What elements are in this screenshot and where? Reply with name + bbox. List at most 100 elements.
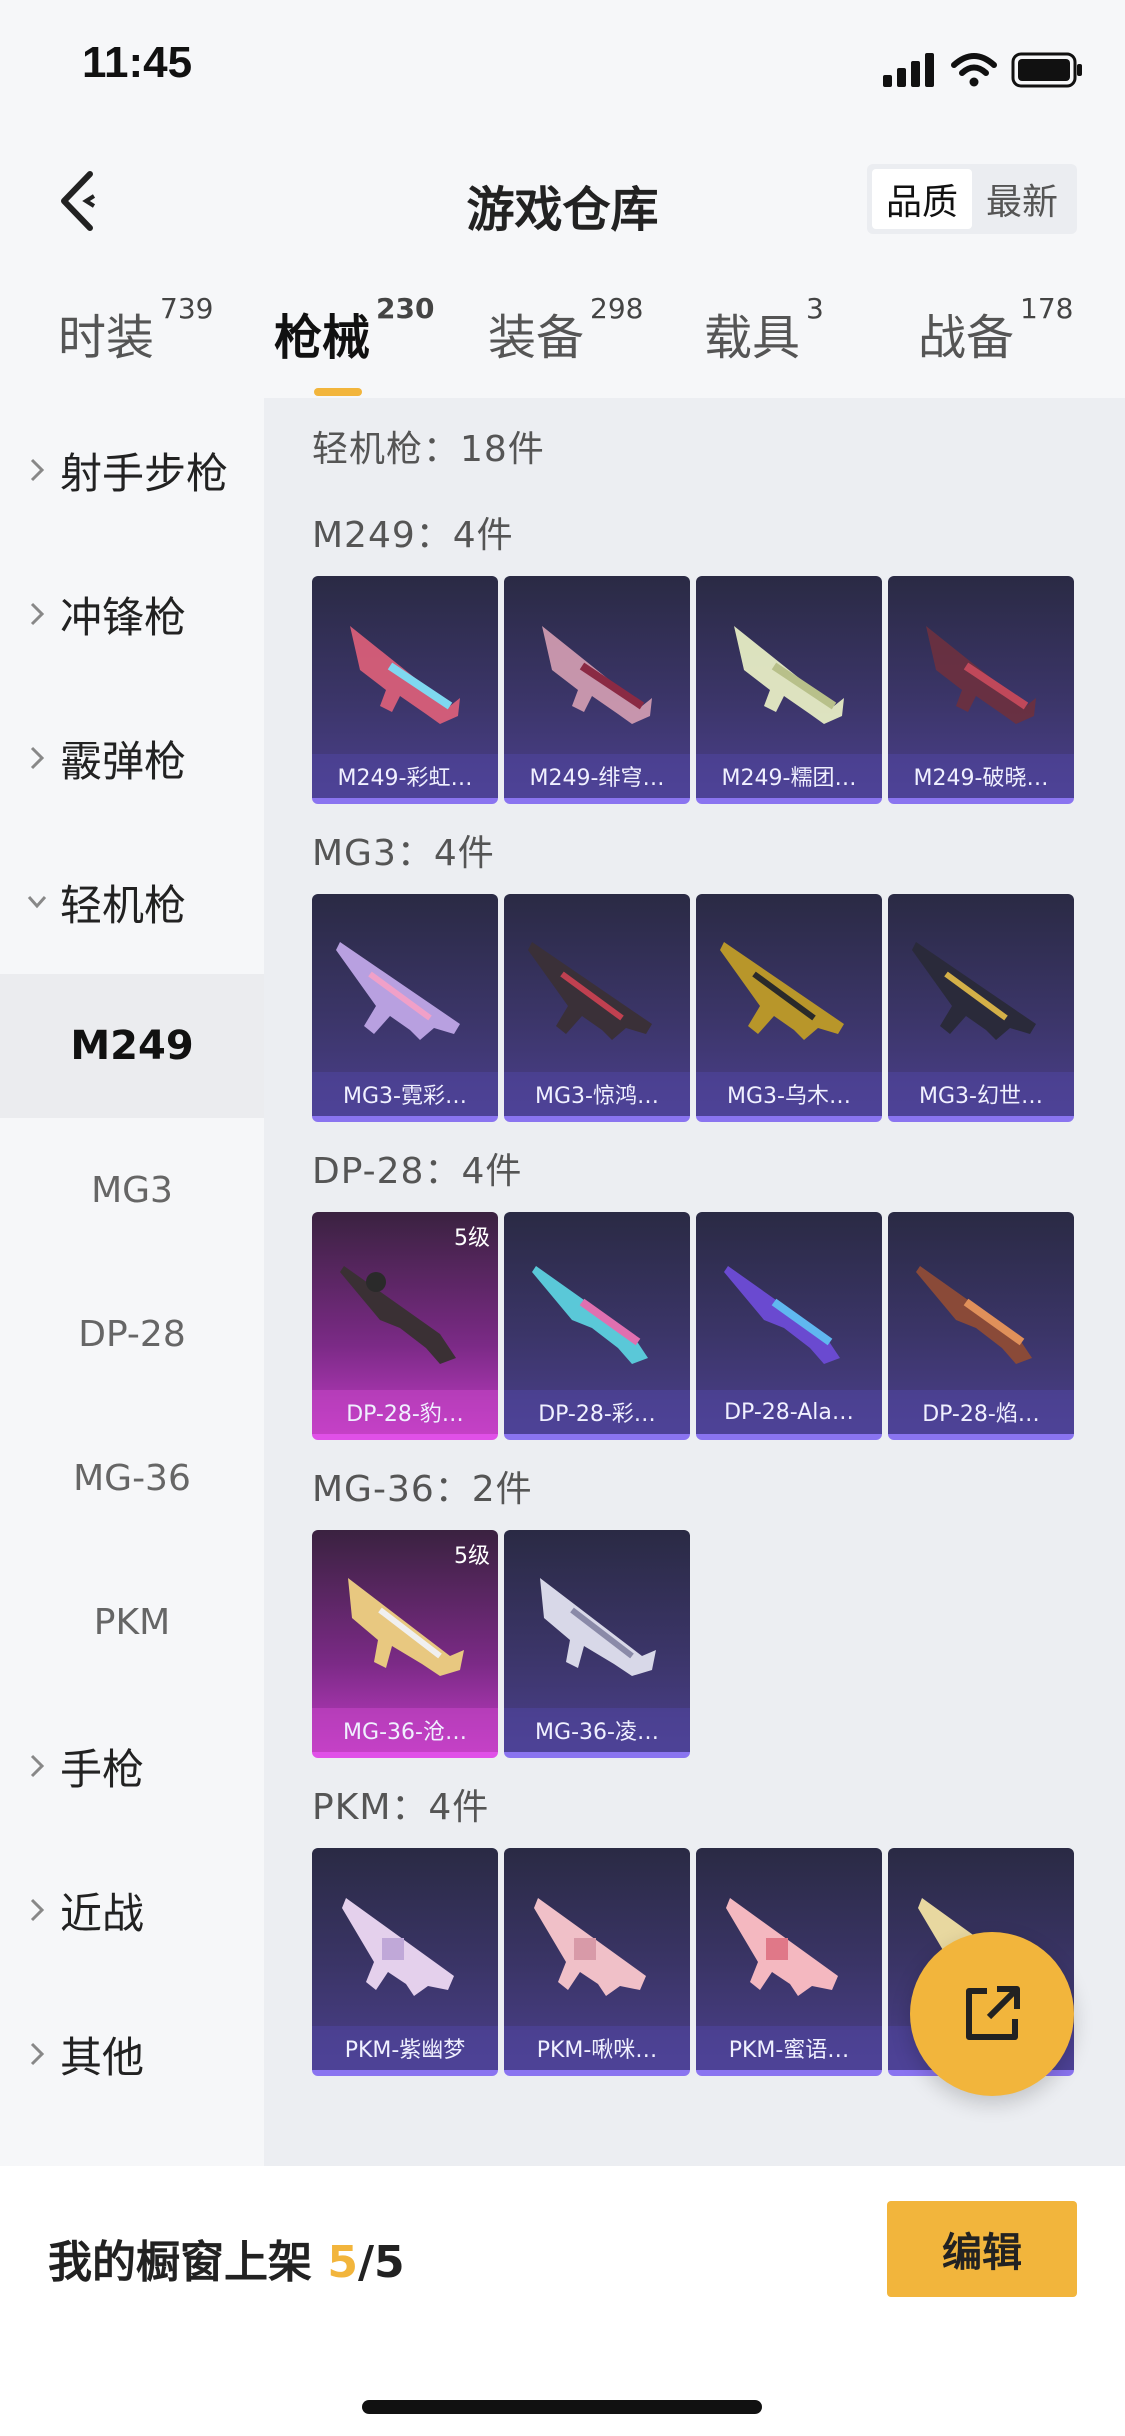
chevron-right-icon bbox=[30, 1754, 45, 1778]
weapon-card[interactable]: MG3-乌木… bbox=[696, 894, 882, 1122]
edit-button[interactable]: 编辑 bbox=[887, 2201, 1077, 2297]
external-link-icon bbox=[966, 1986, 1020, 2040]
weapon-name: DP-28-彩… bbox=[504, 1390, 690, 1434]
weapon-name: DP-28-豹… bbox=[312, 1390, 498, 1434]
sidebar-item-shotgun[interactable]: 霰弹枪 bbox=[0, 686, 264, 830]
weapon-card[interactable]: M249-糯团… bbox=[696, 576, 882, 804]
weapon-card[interactable]: MG3-霓彩… bbox=[312, 894, 498, 1122]
weapon-name: M249-绯穹… bbox=[504, 754, 690, 798]
home-indicator[interactable] bbox=[362, 2400, 762, 2414]
share-button[interactable] bbox=[910, 1932, 1074, 2096]
showcase-count: 5 bbox=[327, 2237, 358, 2288]
chevron-right-icon bbox=[30, 458, 45, 482]
weapon-name: PKM-紫幽梦 bbox=[312, 2026, 498, 2070]
weapon-name: PKM-啾咪… bbox=[504, 2026, 690, 2070]
weapon-skin-icon bbox=[528, 942, 652, 1040]
weapon-skin-icon bbox=[532, 1266, 648, 1364]
sidebar-item-other[interactable]: 其他 bbox=[0, 1982, 264, 2126]
weapon-name: M249-彩虹… bbox=[312, 754, 498, 798]
weapon-card[interactable]: M249-破晓… bbox=[888, 576, 1074, 804]
weapon-card[interactable]: PKM-紫幽梦 bbox=[312, 1848, 498, 2076]
tab-fashion[interactable]: 时装739 bbox=[58, 292, 213, 368]
weapon-skin-icon bbox=[726, 1898, 838, 1996]
weapon-card[interactable]: 5级 MG-36-沧… bbox=[312, 1530, 498, 1758]
weapon-card[interactable]: DP-28-彩… bbox=[504, 1212, 690, 1440]
weapon-skin-icon bbox=[336, 942, 460, 1040]
category-tabs: 时装739 枪械230 装备298 载具3 战备178 bbox=[0, 270, 1125, 398]
weapon-card[interactable]: PKM-啾咪… bbox=[504, 1848, 690, 2076]
showcase-total: /5 bbox=[357, 2237, 405, 2288]
weapon-name: M249-糯团… bbox=[696, 754, 882, 798]
wifi-icon bbox=[951, 53, 997, 87]
weapon-card[interactable]: MG-36-凌… bbox=[504, 1530, 690, 1758]
sidebar-subitem-dp28[interactable]: DP-28 bbox=[0, 1262, 264, 1406]
sidebar-subitem-pkm[interactable]: PKM bbox=[0, 1550, 264, 1694]
weapon-name: MG3-惊鸿… bbox=[504, 1072, 690, 1116]
sidebar-subitem-mg3[interactable]: MG3 bbox=[0, 1118, 264, 1262]
weapon-name: MG3-霓彩… bbox=[312, 1072, 498, 1116]
weapon-name: MG3-乌木… bbox=[696, 1072, 882, 1116]
chevron-right-icon bbox=[30, 746, 45, 770]
tab-label: 载具 bbox=[704, 310, 801, 366]
tab-count: 230 bbox=[376, 292, 435, 325]
sidebar-subitem-mg36[interactable]: MG-36 bbox=[0, 1406, 264, 1550]
showcase-status: 我的橱窗上架 5/5 bbox=[48, 2226, 405, 2290]
weapon-card[interactable]: M249-彩虹… bbox=[312, 576, 498, 804]
weapon-skin-icon bbox=[720, 942, 844, 1040]
weapon-card[interactable]: M249-绯穹… bbox=[504, 576, 690, 804]
weapon-skin-icon bbox=[342, 1898, 454, 1996]
chevron-right-icon bbox=[30, 1898, 45, 1922]
weapon-skin-icon bbox=[340, 1266, 456, 1364]
sidebar-item-marksman-rifle[interactable]: 射手步枪 bbox=[0, 398, 264, 542]
sidebar-item-pistol[interactable]: 手枪 bbox=[0, 1694, 264, 1838]
weapon-skin-icon bbox=[542, 626, 652, 724]
sidebar-item-lmg[interactable]: 轻机枪 bbox=[0, 830, 264, 974]
weapon-skin-icon bbox=[540, 1578, 656, 1676]
tab-guns[interactable]: 枪械230 bbox=[274, 292, 434, 396]
tab-count: 298 bbox=[590, 292, 644, 325]
tab-count: 3 bbox=[806, 292, 824, 325]
sidebar-subitem-m249[interactable]: M249 bbox=[0, 974, 264, 1118]
weapon-card[interactable]: DP-28-焰… bbox=[888, 1212, 1074, 1440]
chevron-down-icon bbox=[27, 896, 47, 909]
category-summary: 轻机枪：18件 bbox=[312, 429, 545, 470]
weapon-skin-icon bbox=[348, 1578, 464, 1676]
sort-quality-button[interactable]: 品质 bbox=[872, 169, 972, 229]
group-title: PKM：4件 bbox=[312, 1787, 490, 1828]
status-bar: 11:45 bbox=[0, 0, 1125, 130]
tab-equipment[interactable]: 装备298 bbox=[488, 292, 643, 368]
chevron-right-icon bbox=[30, 602, 45, 626]
weapon-skin-icon bbox=[912, 942, 1036, 1040]
tab-label: 时装 bbox=[58, 310, 155, 366]
active-tab-indicator bbox=[314, 388, 362, 396]
weapon-skin-icon bbox=[350, 626, 460, 724]
tab-supplies[interactable]: 战备178 bbox=[918, 292, 1073, 368]
chevron-right-icon bbox=[30, 2042, 45, 2066]
sidebar-item-label: 霰弹枪 bbox=[60, 736, 187, 786]
sidebar-item-melee[interactable]: 近战 bbox=[0, 1838, 264, 1982]
sidebar-item-label: 近战 bbox=[60, 1888, 145, 1938]
status-time: 11:45 bbox=[82, 38, 193, 87]
weapon-card[interactable]: MG3-幻世… bbox=[888, 894, 1074, 1122]
sort-toggle: 品质 最新 bbox=[867, 164, 1077, 234]
tab-label: 装备 bbox=[488, 310, 585, 366]
weapon-card[interactable]: MG3-惊鸿… bbox=[504, 894, 690, 1122]
header: 游戏仓库 品质 最新 bbox=[0, 130, 1125, 270]
weapon-skin-icon bbox=[724, 1266, 840, 1364]
sort-newest-button[interactable]: 最新 bbox=[972, 169, 1072, 229]
sidebar-item-smg[interactable]: 冲锋枪 bbox=[0, 542, 264, 686]
bottom-bar: 我的橱窗上架 5/5 编辑 bbox=[0, 2166, 1125, 2436]
weapon-card[interactable]: DP-28-Ala… bbox=[696, 1212, 882, 1440]
sidebar-item-label: 冲锋枪 bbox=[60, 592, 187, 642]
tab-label: 战备 bbox=[918, 310, 1015, 366]
weapon-card[interactable]: 5级 DP-28-豹… bbox=[312, 1212, 498, 1440]
sidebar-item-label: 其他 bbox=[60, 2032, 145, 2082]
tab-label: 枪械 bbox=[274, 310, 371, 366]
weapon-card[interactable]: PKM-蜜语… bbox=[696, 1848, 882, 2076]
weapon-name: MG-36-沧… bbox=[312, 1708, 498, 1752]
tab-vehicles[interactable]: 载具3 bbox=[704, 292, 824, 368]
weapon-name: MG-36-凌… bbox=[504, 1708, 690, 1752]
weapon-skin-icon bbox=[926, 626, 1036, 724]
weapon-grid: 轻机枪：18件 M249：4件 M249-彩虹… M249-绯穹… M249-糯… bbox=[264, 398, 1125, 2166]
weapon-name: DP-28-Ala… bbox=[696, 1390, 882, 1434]
